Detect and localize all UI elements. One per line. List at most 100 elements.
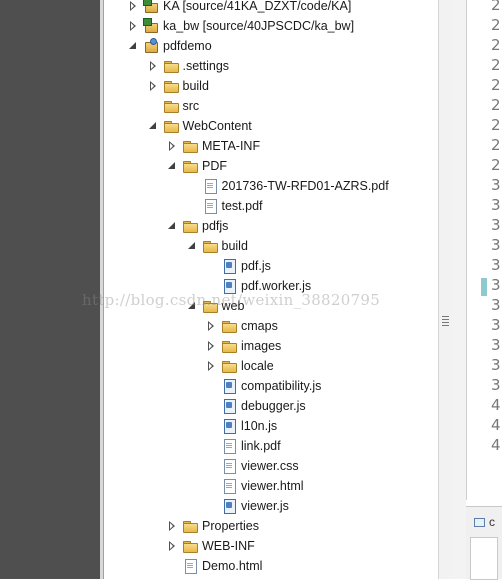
line-number: 3 (491, 356, 501, 374)
tree-item-label: images (241, 339, 282, 353)
collapse-arrow-icon[interactable] (146, 76, 160, 96)
tree-item-label: debugger.js (241, 399, 306, 413)
line-number: 2 (491, 96, 501, 114)
tree-item[interactable]: PDF (165, 156, 227, 176)
tree-item-label: l10n.js (241, 419, 278, 433)
line-number: 3 (491, 276, 501, 294)
tree-item[interactable]: pdfdemo (126, 36, 212, 56)
line-number: 3 (491, 336, 501, 354)
folder-icon (163, 58, 179, 74)
tree-item[interactable]: ka_bw [source/40JPSCDC/ka_bw] (126, 16, 354, 36)
line-number: 3 (491, 376, 501, 394)
tree-item[interactable]: build (146, 76, 209, 96)
collapse-arrow-icon[interactable] (146, 56, 160, 76)
line-number: 2 (491, 156, 501, 174)
project-icon (143, 38, 159, 54)
collapse-arrow-icon[interactable] (165, 136, 179, 156)
tree-vertical-scrollbar[interactable] (438, 0, 452, 579)
tree-item[interactable]: test.pdf (185, 196, 263, 216)
javascript-file-icon (221, 398, 237, 414)
tree-item[interactable]: debugger.js (204, 396, 306, 416)
tree-item[interactable]: viewer.css (204, 456, 299, 476)
tree-item[interactable]: l10n.js (204, 416, 277, 436)
scrollbar-grip-icon[interactable] (442, 316, 449, 328)
project-reference-icon (143, 0, 159, 14)
collapse-arrow-icon[interactable] (204, 336, 218, 356)
tree-item-label: Properties (202, 519, 259, 533)
expand-arrow-icon[interactable] (185, 236, 199, 256)
line-number: 4 (491, 396, 501, 414)
folder-icon (182, 518, 198, 534)
view-sash[interactable] (452, 0, 466, 579)
folder-icon (163, 98, 179, 114)
collapse-arrow-icon[interactable] (126, 16, 140, 36)
collapse-arrow-icon[interactable] (204, 356, 218, 376)
tree-item[interactable]: KA [source/41KA_DZXT/code/KA] (126, 0, 351, 16)
expand-arrow-icon[interactable] (146, 116, 160, 136)
tree-item[interactable]: build (185, 236, 248, 256)
tree-item[interactable]: Properties (165, 516, 259, 536)
line-number: 2 (491, 16, 501, 34)
tree-item[interactable]: images (204, 336, 281, 356)
expand-arrow-icon[interactable] (165, 156, 179, 176)
tree-item-label: META-INF (202, 139, 261, 153)
javascript-file-icon (221, 418, 237, 434)
collapse-arrow-icon[interactable] (165, 536, 179, 556)
tree-item[interactable]: META-INF (165, 136, 260, 156)
tree-item-label: build (221, 239, 248, 253)
project-explorer-tree[interactable]: KA [source/41KA_DZXT/code/KA] ka_bw [sour… (104, 0, 438, 579)
tree-item-label: Demo.html (202, 559, 263, 573)
tree-item[interactable]: compatibility.js (204, 376, 321, 396)
tree-item-label: cmaps (241, 319, 278, 333)
tree-item[interactable]: link.pdf (204, 436, 281, 456)
tree-item[interactable]: WebContent (146, 116, 252, 136)
tree-item[interactable]: cmaps (204, 316, 278, 336)
file-icon (221, 478, 237, 494)
javascript-file-icon (221, 378, 237, 394)
tree-item-label: ka_bw [source/40JPSCDC/ka_bw] (163, 19, 355, 33)
tree-item[interactable]: WEB-INF (165, 536, 255, 556)
tree-item-label: viewer.html (241, 479, 304, 493)
collapse-arrow-icon[interactable] (204, 316, 218, 336)
expand-arrow-icon[interactable] (165, 216, 179, 236)
tree-item[interactable]: locale (204, 356, 274, 376)
expand-arrow-icon[interactable] (126, 36, 140, 56)
folder-icon (182, 158, 198, 174)
editor-line-number-ruler: 2 2 2 2 2 2 2 2 2 3 3 3 3 3 3 3 3 3 3 3 4 4 4 (466, 0, 502, 500)
line-number: 2 (491, 116, 501, 134)
tree-item[interactable]: .settings (146, 56, 229, 76)
tree-item-label: WebContent (182, 119, 252, 133)
folder-icon (163, 78, 179, 94)
folder-icon (221, 338, 237, 354)
tree-item[interactable]: pdfjs (165, 216, 228, 236)
tree-item[interactable]: Demo.html (165, 556, 262, 576)
collapse-arrow-icon[interactable] (165, 516, 179, 536)
collapse-arrow-icon[interactable] (126, 0, 140, 16)
tree-item-label: build (182, 79, 209, 93)
line-number: 3 (491, 196, 501, 214)
line-number: 2 (491, 136, 501, 154)
tree-item-label: locale (241, 359, 274, 373)
tree-item[interactable]: 201736-TW-RFD01-AZRS.pdf (185, 176, 389, 196)
tree-item-label: link.pdf (241, 439, 281, 453)
file-icon (182, 558, 198, 574)
folder-icon (182, 218, 198, 234)
bottom-view-tab[interactable]: c (474, 515, 495, 529)
tree-item[interactable]: viewer.js (204, 496, 289, 516)
folder-icon (221, 358, 237, 374)
tree-item-label: pdfjs (202, 219, 229, 233)
tree-item[interactable]: pdf.js (204, 256, 271, 276)
tree-item[interactable]: viewer.html (204, 476, 304, 496)
tree-item[interactable]: src (146, 96, 199, 116)
file-icon (221, 438, 237, 454)
